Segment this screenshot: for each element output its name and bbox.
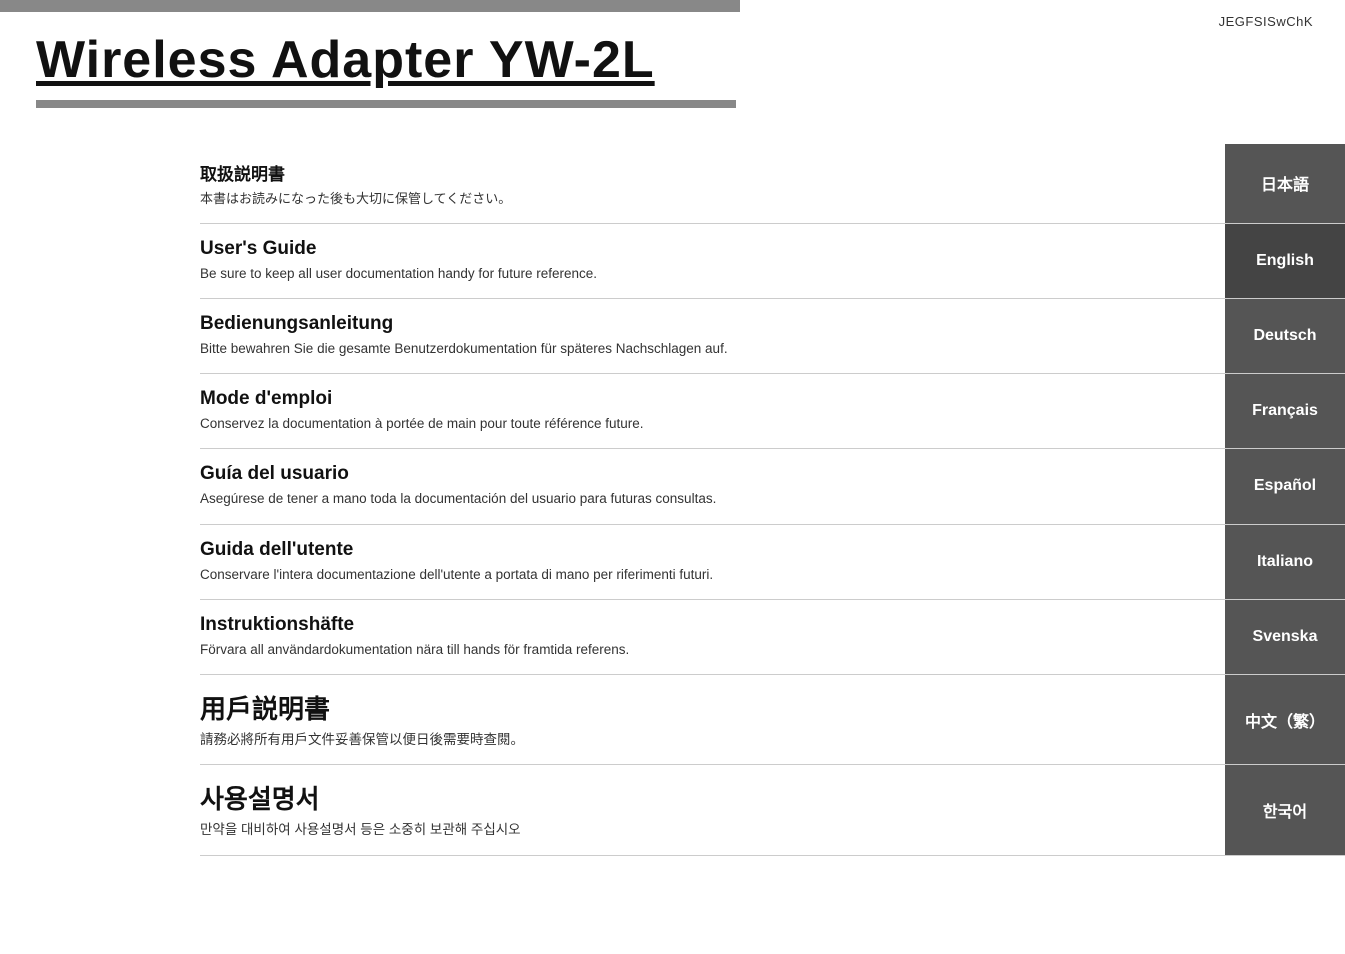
entry-title-japanese: 取扱説明書 xyxy=(200,160,1205,185)
entry-subtitle-svenska: Förvara all användardokumentation nära t… xyxy=(200,640,1205,660)
lang-tab-chinese[interactable]: 中文（繁） xyxy=(1225,675,1345,764)
content-area: 取扱説明書本書はお読みになった後も大切に保管してください。日本語User's G… xyxy=(0,144,1345,856)
entry-subtitle-italiano: Conservare l'intera documentazione dell'… xyxy=(200,565,1205,585)
title-underline xyxy=(36,100,736,108)
entry-title-italiano: Guida dell'utente xyxy=(200,539,1205,561)
entry-title-francais: Mode d'emploi xyxy=(200,388,1205,410)
entry-title-korean: 사용설명서 xyxy=(200,779,1205,816)
entry-row-korean[interactable]: 사용설명서만약을 대비하여 사용설명서 등은 소중히 보관해 주십시오한국어 xyxy=(200,765,1345,855)
lang-tab-japanese[interactable]: 日本語 xyxy=(1225,144,1345,223)
entries-list: 取扱説明書本書はお読みになった後も大切に保管してください。日本語User's G… xyxy=(200,144,1345,856)
entry-text-italiano: Guida dell'utente Conservare l'intera doc… xyxy=(200,525,1225,599)
entry-subtitle-korean: 만약을 대비하여 사용설명서 등은 소중히 보관해 주십시오 xyxy=(200,820,1205,840)
lang-tab-english[interactable]: English xyxy=(1225,224,1345,298)
entry-title-svenska: Instruktionshäfte xyxy=(200,614,1205,636)
top-bar xyxy=(0,0,740,12)
entry-row-english[interactable]: User's Guide Be sure to keep all user doc… xyxy=(200,224,1345,299)
entry-text-espanol: Guía del usuario Asegúrese de tener a man… xyxy=(200,449,1225,523)
entry-title-english: User's Guide xyxy=(200,238,1205,260)
product-title: Wireless Adapter YW-2L xyxy=(36,30,1309,90)
entry-row-italiano[interactable]: Guida dell'utente Conservare l'intera doc… xyxy=(200,525,1345,600)
entry-text-chinese: 用戶説明書請務必將所有用戶文件妥善保管以便日後需要時查閱。 xyxy=(200,675,1225,764)
entry-row-deutsch[interactable]: Bedienungsanleitung Bitte bewahren Sie di… xyxy=(200,299,1345,374)
entry-subtitle-english: Be sure to keep all user documentation h… xyxy=(200,264,1205,284)
entry-subtitle-espanol: Asegúrese de tener a mano toda la docume… xyxy=(200,489,1205,509)
entry-title-espanol: Guía del usuario xyxy=(200,463,1205,485)
entry-subtitle-japanese: 本書はお読みになった後も大切に保管してください。 xyxy=(200,189,1205,209)
entry-title-deutsch: Bedienungsanleitung xyxy=(200,313,1205,335)
lang-tab-korean[interactable]: 한국어 xyxy=(1225,765,1345,854)
entry-row-espanol[interactable]: Guía del usuario Asegúrese de tener a man… xyxy=(200,449,1345,524)
lang-tab-espanol[interactable]: Español xyxy=(1225,449,1345,523)
entry-row-chinese[interactable]: 用戶説明書請務必將所有用戶文件妥善保管以便日後需要時查閱。中文（繁） xyxy=(200,675,1345,765)
lang-tab-deutsch[interactable]: Deutsch xyxy=(1225,299,1345,373)
lang-tab-svenska[interactable]: Svenska xyxy=(1225,600,1345,674)
entry-text-francais: Mode d'emploi Conservez la documentation … xyxy=(200,374,1225,448)
entry-row-francais[interactable]: Mode d'emploi Conservez la documentation … xyxy=(200,374,1345,449)
lang-tab-italiano[interactable]: Italiano xyxy=(1225,525,1345,599)
entry-row-japanese[interactable]: 取扱説明書本書はお読みになった後も大切に保管してください。日本語 xyxy=(200,144,1345,224)
lang-tab-francais[interactable]: Français xyxy=(1225,374,1345,448)
entry-subtitle-francais: Conservez la documentation à portée de m… xyxy=(200,414,1205,434)
entry-subtitle-deutsch: Bitte bewahren Sie die gesamte Benutzerd… xyxy=(200,339,1205,359)
entry-title-chinese: 用戶説明書 xyxy=(200,689,1205,726)
entry-subtitle-chinese: 請務必將所有用戶文件妥善保管以便日後需要時查閱。 xyxy=(200,730,1205,750)
entry-text-korean: 사용설명서만약을 대비하여 사용설명서 등은 소중히 보관해 주십시오 xyxy=(200,765,1225,854)
header-code: JEGFSISwChK xyxy=(1219,14,1313,29)
title-area: Wireless Adapter YW-2L xyxy=(0,12,1345,108)
entry-text-japanese: 取扱説明書本書はお読みになった後も大切に保管してください。 xyxy=(200,144,1225,223)
entry-text-english: User's Guide Be sure to keep all user doc… xyxy=(200,224,1225,298)
entry-text-deutsch: Bedienungsanleitung Bitte bewahren Sie di… xyxy=(200,299,1225,373)
entry-row-svenska[interactable]: Instruktionshäfte Förvara all användardok… xyxy=(200,600,1345,675)
entry-text-svenska: Instruktionshäfte Förvara all användardok… xyxy=(200,600,1225,674)
